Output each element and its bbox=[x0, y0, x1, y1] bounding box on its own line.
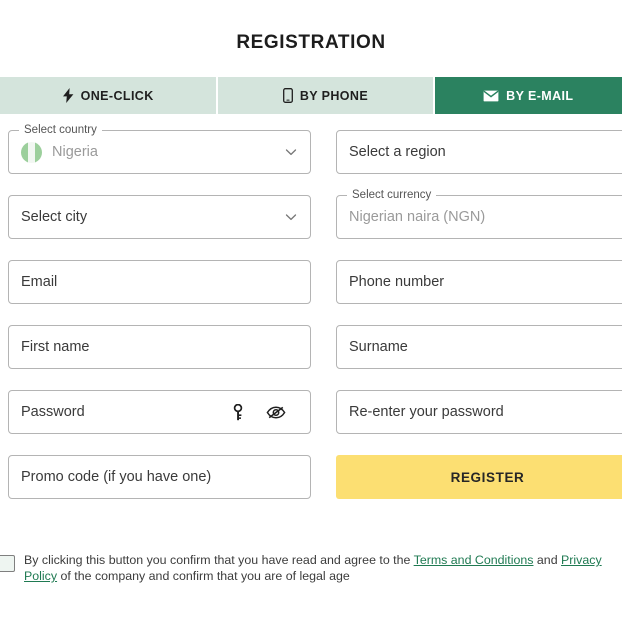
phone-number-field[interactable]: Phone number bbox=[336, 260, 622, 304]
country-select[interactable]: Select country Nigeria bbox=[8, 123, 311, 174]
phone-number-field-placeholder: Phone number bbox=[349, 274, 445, 290]
consent-section: By clicking this button you confirm that… bbox=[0, 552, 622, 584]
key-icon[interactable] bbox=[232, 403, 244, 421]
chevron-down-icon bbox=[284, 210, 298, 224]
form-row-email-phone: Email Phone number bbox=[0, 260, 622, 325]
currency-select[interactable]: Select currency Nigerian naira (NGN) bbox=[336, 188, 622, 239]
tab-one-click-label: ONE-CLICK bbox=[80, 88, 154, 103]
email-field-placeholder: Email bbox=[21, 274, 58, 290]
tab-by-phone-label: BY PHONE bbox=[299, 88, 369, 103]
chevron-down-icon bbox=[284, 145, 298, 159]
terms-and-conditions-link[interactable]: Terms and Conditions bbox=[414, 553, 534, 567]
promo-code-field[interactable]: Promo code (if you have one) bbox=[8, 455, 311, 499]
page-title: REGISTRATION bbox=[236, 32, 386, 53]
city-select-placeholder: Select city bbox=[21, 209, 88, 225]
promo-code-field-placeholder: Promo code (if you have one) bbox=[21, 469, 212, 485]
password-field-placeholder: Password bbox=[21, 404, 85, 420]
tab-by-phone[interactable]: BY PHONE bbox=[218, 77, 433, 114]
nigeria-flag-icon bbox=[21, 141, 42, 163]
country-select-value: Nigeria bbox=[52, 144, 98, 160]
form-row-promo-register: Promo code (if you have one) REGISTER bbox=[0, 455, 622, 520]
confirm-password-field-placeholder: Re-enter your password bbox=[349, 404, 504, 420]
eye-off-icon[interactable] bbox=[266, 405, 286, 420]
consent-text: By clicking this button you confirm that… bbox=[24, 552, 622, 584]
consent-checkbox[interactable] bbox=[0, 555, 15, 572]
password-field[interactable]: Password bbox=[8, 390, 311, 434]
surname-field-placeholder: Surname bbox=[349, 339, 408, 355]
form-row-name: First name Surname bbox=[0, 325, 622, 390]
tab-by-email-label: BY E-MAIL bbox=[506, 88, 574, 103]
form-row-password: Password Re-enter your password bbox=[0, 390, 622, 455]
tab-one-click[interactable]: ONE-CLICK bbox=[0, 77, 217, 114]
currency-select-label: Select currency bbox=[347, 188, 437, 202]
registration-form: Select country Nigeria Select a region S… bbox=[0, 123, 622, 520]
first-name-field-placeholder: First name bbox=[21, 339, 90, 355]
region-select-placeholder: Select a region bbox=[349, 144, 446, 160]
tab-by-email[interactable]: BY E-MAIL bbox=[434, 77, 622, 114]
country-select-label: Select country bbox=[19, 123, 102, 137]
currency-select-value: Nigerian naira (NGN) bbox=[349, 209, 486, 225]
consent-text-between: and bbox=[533, 553, 562, 567]
city-select[interactable]: Select city bbox=[8, 195, 311, 239]
region-select[interactable]: Select a region bbox=[336, 130, 622, 174]
consent-text-before: By clicking this button you confirm that… bbox=[24, 553, 414, 567]
form-row-city-currency: Select city Select currency Nigerian nai… bbox=[0, 188, 622, 260]
confirm-password-field[interactable]: Re-enter your password bbox=[336, 390, 622, 434]
register-button[interactable]: REGISTER bbox=[336, 455, 622, 499]
smartphone-icon bbox=[282, 88, 293, 103]
email-field[interactable]: Email bbox=[8, 260, 311, 304]
surname-field[interactable]: Surname bbox=[336, 325, 622, 369]
registration-method-tabs: ONE-CLICK BY PHONE BY E-MAIL bbox=[0, 77, 622, 114]
password-field-actions bbox=[232, 403, 286, 421]
lightning-bolt-icon bbox=[62, 88, 74, 103]
envelope-icon bbox=[483, 90, 499, 102]
first-name-field[interactable]: First name bbox=[8, 325, 311, 369]
form-row-country-region: Select country Nigeria Select a region bbox=[0, 123, 622, 195]
consent-text-after: of the company and confirm that you are … bbox=[57, 569, 350, 583]
